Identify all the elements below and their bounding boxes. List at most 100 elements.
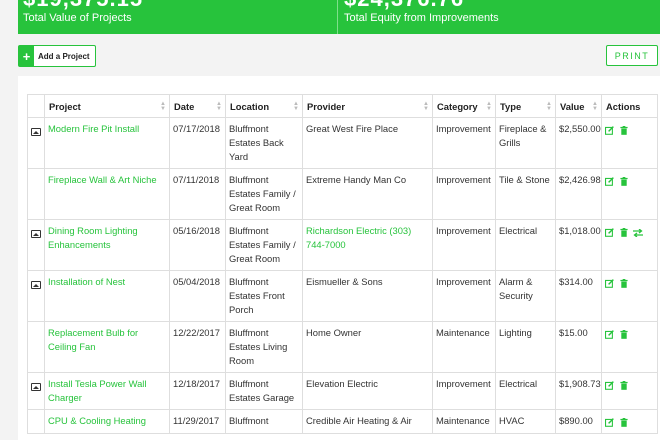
delete-icon[interactable]: [620, 279, 628, 288]
row-image-cell: [27, 321, 45, 373]
table-body: Modern Fire Pit Install 07/17/2018 Bluff…: [27, 117, 658, 434]
project-name-link[interactable]: Install Tesla Power Wall Charger: [44, 372, 170, 410]
project-value: $2,426.98: [555, 168, 602, 220]
project-value: $1,908.73: [555, 372, 602, 410]
project-date: 07/11/2018: [169, 168, 226, 220]
add-project-label: Add a Project: [38, 51, 90, 61]
project-name-link[interactable]: Fireplace Wall & Art Niche: [44, 168, 170, 220]
project-name-link[interactable]: Replacement Bulb for Ceiling Fan: [44, 321, 170, 373]
project-type: Fireplace & Grills: [495, 117, 556, 169]
project-provider: Eismueller & Sons: [302, 270, 433, 322]
delete-icon[interactable]: [620, 177, 628, 186]
total-value-label: Total Value of Projects: [23, 12, 132, 24]
image-icon[interactable]: [31, 127, 41, 136]
sort-icon: ▲ ▼: [486, 101, 492, 112]
column-header-location[interactable]: Location ▲ ▼: [225, 94, 303, 118]
print-button[interactable]: PRINT: [606, 45, 658, 66]
project-category: Improvement: [432, 270, 496, 322]
project-location: Bluffmont Estates Living Room: [225, 321, 303, 373]
image-icon[interactable]: [31, 382, 41, 391]
table-row: CPU & Cooling Heating 11/29/2017 Bluffmo…: [27, 409, 658, 434]
column-header-label: Actions: [606, 100, 641, 112]
delete-icon[interactable]: [620, 228, 628, 237]
plus-icon: +: [19, 46, 34, 66]
row-image-cell: [27, 372, 45, 410]
row-image-cell: [27, 219, 45, 271]
row-image-cell: [27, 168, 45, 220]
total-value-amount: $19,375.15: [23, 0, 143, 12]
project-type: Lighting: [495, 321, 556, 373]
project-location: Bluffmont: [225, 409, 303, 434]
edit-icon[interactable]: [605, 177, 614, 186]
project-category: Improvement: [432, 372, 496, 410]
row-image-cell: [27, 270, 45, 322]
project-type: Electrical: [495, 372, 556, 410]
edit-icon[interactable]: [605, 418, 614, 427]
table-row: Dining Room Lighting Enhancements 05/16/…: [27, 219, 658, 271]
project-location: Bluffmont Estates Back Yard: [225, 117, 303, 169]
image-icon[interactable]: [31, 229, 41, 238]
project-value: $314.00: [555, 270, 602, 322]
projects-table: Project ▲ ▼ Date ▲ ▼ Location ▲ ▼ Provider ▲ ▼ C…: [27, 94, 658, 434]
project-value: $1,018.00: [555, 219, 602, 271]
project-date: 12/18/2017: [169, 372, 226, 410]
column-header-image: [27, 94, 45, 118]
column-header-date[interactable]: Date ▲ ▼: [169, 94, 226, 118]
edit-icon[interactable]: [605, 126, 614, 135]
project-location: Bluffmont Estates Family / Great Room: [225, 168, 303, 220]
edit-icon[interactable]: [605, 228, 614, 237]
project-provider-link[interactable]: Richardson Electric (303) 744-7000: [302, 219, 433, 271]
delete-icon[interactable]: [620, 418, 628, 427]
project-provider: Home Owner: [302, 321, 433, 373]
table-row: Fireplace Wall & Art Niche 07/11/2018 Bl…: [27, 168, 658, 220]
project-type: HVAC: [495, 409, 556, 434]
project-name-link[interactable]: CPU & Cooling Heating: [44, 409, 170, 434]
sort-icon: ▲ ▼: [160, 101, 166, 112]
project-date: 12/22/2017: [169, 321, 226, 373]
projects-panel: Project ▲ ▼ Date ▲ ▼ Location ▲ ▼ Provider ▲ ▼ C…: [18, 76, 660, 440]
delete-icon[interactable]: [620, 381, 628, 390]
column-header-value[interactable]: Value ▲ ▼: [555, 94, 602, 118]
project-date: 05/04/2018: [169, 270, 226, 322]
project-type: Alarm & Security: [495, 270, 556, 322]
row-image-cell: [27, 117, 45, 169]
image-icon[interactable]: [31, 280, 41, 289]
transfer-icon[interactable]: [633, 228, 644, 237]
page: $19,375.15 Total Value of Projects $24,3…: [0, 0, 660, 440]
column-header-type[interactable]: Type ▲ ▼: [495, 94, 556, 118]
project-type: Electrical: [495, 219, 556, 271]
edit-icon[interactable]: [605, 279, 614, 288]
project-name-link[interactable]: Dining Room Lighting Enhancements: [44, 219, 170, 271]
delete-icon[interactable]: [620, 330, 628, 339]
project-category: Improvement: [432, 168, 496, 220]
row-actions: [601, 117, 658, 169]
project-date: 05/16/2018: [169, 219, 226, 271]
column-header-provider[interactable]: Provider ▲ ▼: [302, 94, 433, 118]
add-project-button[interactable]: + Add a Project: [18, 45, 96, 67]
total-equity-label: Total Equity from Improvements: [344, 12, 499, 24]
project-name-link[interactable]: Installation of Nest: [44, 270, 170, 322]
column-header-label: Type: [500, 100, 522, 112]
column-header-label: Project: [49, 100, 81, 112]
total-value-card: $19,375.15 Total Value of Projects: [18, 0, 338, 34]
column-header-project[interactable]: Project ▲ ▼: [44, 94, 170, 118]
project-value: $2,550.00: [555, 117, 602, 169]
delete-icon[interactable]: [620, 126, 628, 135]
project-category: Improvement: [432, 219, 496, 271]
table-row: Installation of Nest 05/04/2018 Bluffmon…: [27, 270, 658, 322]
edit-icon[interactable]: [605, 330, 614, 339]
row-actions: [601, 219, 658, 271]
edit-icon[interactable]: [605, 381, 614, 390]
project-name-link[interactable]: Modern Fire Pit Install: [44, 117, 170, 169]
column-header-label: Category: [437, 100, 478, 112]
column-header-category[interactable]: Category ▲ ▼: [432, 94, 496, 118]
row-actions: [601, 270, 658, 322]
column-header-label: Value: [560, 100, 585, 112]
total-equity-amount: $24,376.76: [344, 0, 464, 12]
project-date: 11/29/2017: [169, 409, 226, 434]
row-image-cell: [27, 409, 45, 434]
project-category: Maintenance: [432, 409, 496, 434]
sort-icon: ▲ ▼: [592, 101, 598, 112]
table-header-row: Project ▲ ▼ Date ▲ ▼ Location ▲ ▼ Provider ▲ ▼ C…: [27, 94, 658, 118]
column-header-label: Location: [230, 100, 270, 112]
